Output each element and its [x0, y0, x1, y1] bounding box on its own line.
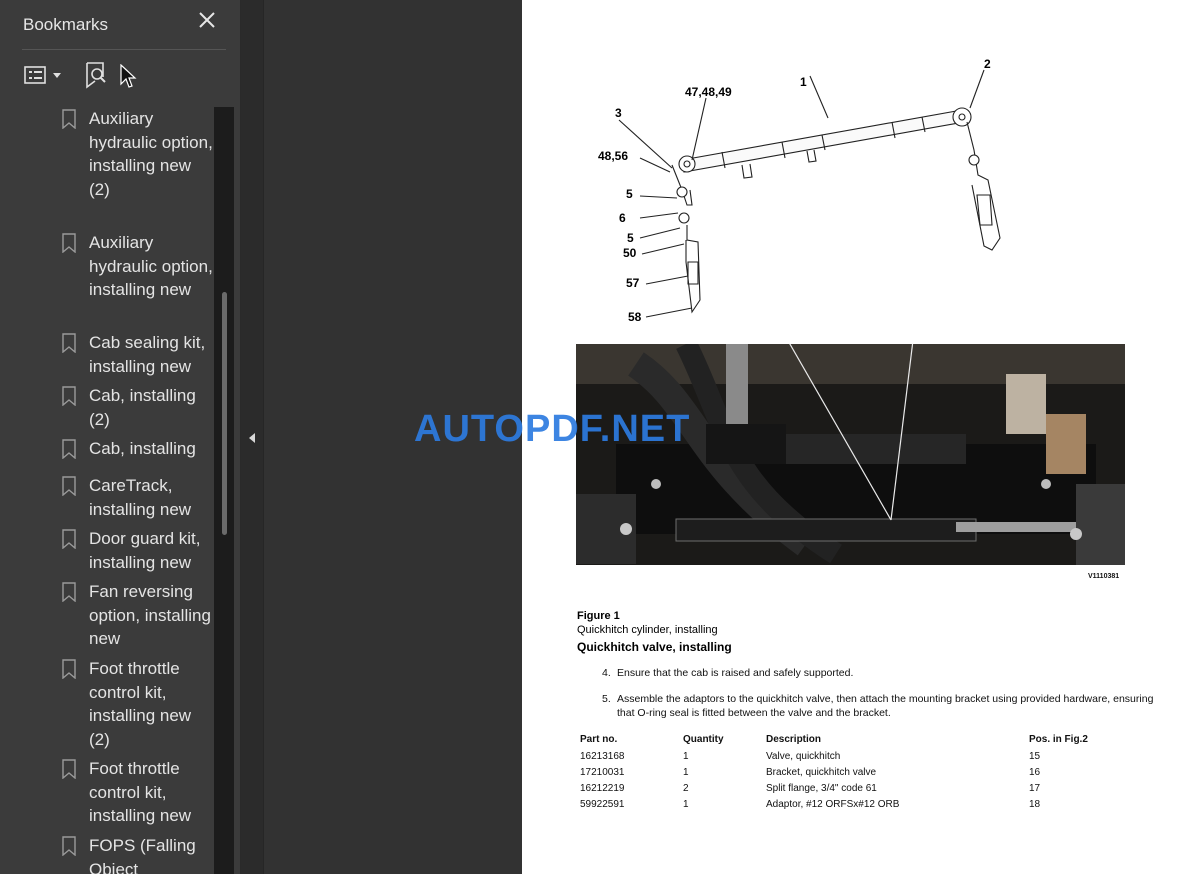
bookmark-label: FOPS (Falling Object: [89, 836, 196, 874]
bookmark-item[interactable]: Door guard kit, installing new: [22, 527, 214, 575]
step-text: Ensure that the cab is raised and safely…: [617, 667, 854, 679]
bookmark-icon: [62, 582, 76, 602]
table-row: 59922591 1 Adaptor, #12 ORFSx#12 ORB 18: [580, 799, 1140, 815]
cell-position: 16: [1029, 767, 1041, 778]
find-bookmark-button[interactable]: [82, 60, 112, 90]
cell-description: Split flange, 3/4" code 61: [766, 783, 877, 794]
step-text: that O-ring seal is fitted between the v…: [617, 707, 891, 719]
callout-3: 3: [615, 106, 622, 120]
bookmark-item[interactable]: Auxiliary hydraulic option, installing n…: [22, 107, 214, 225]
bookmark-item[interactable]: Cab sealing kit, installing new: [22, 331, 214, 379]
callout-57: 57: [626, 276, 640, 290]
header-quantity: Quantity: [683, 734, 724, 745]
bookmark-icon: [62, 439, 76, 459]
bookmark-icon: [62, 529, 76, 549]
quickhitch-photo: [576, 344, 1125, 565]
bookmark-item[interactable]: Foot throttle control kit, installing ne…: [22, 657, 214, 753]
header-position: Pos. in Fig.2: [1029, 734, 1088, 745]
callout-1: 1: [800, 75, 807, 89]
find-bookmark-icon: [86, 62, 106, 89]
bookmark-label: Fan reversing option, installing new: [89, 582, 211, 649]
bookmark-item[interactable]: Cab, installing (2): [22, 384, 214, 432]
figure-label: Figure 1: [577, 610, 620, 622]
bookmark-label: Cab, installing (2): [89, 386, 196, 429]
bookmark-icon: [62, 659, 76, 679]
callout-48-56: 48,56: [598, 149, 628, 163]
bookmarks-panel: Bookmarks Auxiliary hydraulic option, in…: [0, 0, 241, 874]
bookmark-item[interactable]: Fan reversing option, installing new: [22, 580, 214, 652]
step-text: Assemble the adaptors to the quickhitch …: [617, 693, 1154, 705]
header-divider: [22, 49, 226, 50]
cell-position: 15: [1029, 751, 1041, 762]
cell-part-no: 16213168: [580, 751, 625, 762]
table-header-row: Part no. Quantity Description Pos. in Fi…: [580, 734, 1140, 750]
cell-description: Bracket, quickhitch valve: [766, 767, 877, 778]
bookmark-label: Auxiliary hydraulic option, installing n…: [89, 109, 213, 200]
bookmark-label: Foot throttle control kit, installing ne…: [89, 759, 192, 826]
cell-position: 18: [1029, 799, 1041, 810]
callout-47-48-49: 47,48,49: [685, 85, 732, 99]
bookmarks-scrollbar-thumb[interactable]: [222, 292, 227, 535]
header-description: Description: [766, 734, 822, 745]
cell-part-no: 59922591: [580, 799, 625, 810]
cell-quantity: 1: [683, 799, 689, 810]
table-row: 16212219 2 Split flange, 3/4" code 61 17: [580, 783, 1140, 799]
bookmarks-header: Bookmarks: [0, 0, 240, 50]
close-icon[interactable]: [196, 10, 218, 32]
cylinder-drawing: 1 2 3 47,48,49 48,56 5 6 5 50 57 58: [598, 57, 1001, 324]
cell-description: Adaptor, #12 ORFSx#12 ORB: [766, 799, 900, 810]
bookmarks-list: Auxiliary hydraulic option, installing n…: [22, 107, 214, 874]
cell-description: Valve, quickhitch: [766, 751, 841, 762]
figure-code: V1110381: [1088, 573, 1120, 580]
bookmark-item[interactable]: FOPS (Falling Object: [22, 834, 214, 874]
list-options-button[interactable]: [22, 60, 64, 90]
bookmark-icon: [62, 836, 76, 856]
bookmark-icon: [62, 759, 76, 779]
table-row: 17210031 1 Bracket, quickhitch valve 16: [580, 767, 1140, 783]
cell-part-no: 17210031: [580, 767, 625, 778]
cell-quantity: 1: [683, 767, 689, 778]
bookmark-label: Door guard kit, installing new: [89, 529, 201, 572]
bookmark-item[interactable]: Foot throttle control kit, installing ne…: [22, 757, 214, 829]
bookmark-label: CareTrack, installing new: [89, 476, 192, 519]
bookmark-icon: [62, 109, 76, 129]
bookmark-item[interactable]: Cab, installing: [22, 437, 214, 463]
bookmark-item[interactable]: Auxiliary hydraulic option, installing n…: [22, 231, 214, 327]
collapse-panel-icon[interactable]: [247, 431, 257, 445]
bookmark-icon: [62, 476, 76, 496]
cell-part-no: 16212219: [580, 783, 625, 794]
cell-position: 17: [1029, 783, 1041, 794]
step-number: 5.: [602, 693, 611, 705]
header-part-no: Part no.: [580, 734, 618, 745]
watermark-text: AUTOPDF.NET: [414, 408, 691, 450]
table-row: 16213168 1 Valve, quickhitch 15: [580, 751, 1140, 767]
callout-50: 50: [623, 246, 637, 260]
callout-2: 2: [984, 57, 991, 71]
section-heading: Quickhitch valve, installing: [577, 640, 732, 654]
bookmark-icon: [62, 333, 76, 353]
bookmark-label: Cab sealing kit, installing new: [89, 333, 206, 376]
callout-5b: 5: [627, 231, 634, 245]
mouse-cursor-icon: [119, 63, 137, 90]
step-number: 4.: [602, 667, 611, 679]
cell-quantity: 1: [683, 751, 689, 762]
bookmarks-title: Bookmarks: [23, 15, 109, 34]
bookmark-label: Auxiliary hydraulic option, installing n…: [89, 233, 213, 300]
bookmark-icon: [62, 386, 76, 406]
bookmark-label: Foot throttle control kit, installing ne…: [89, 659, 192, 750]
cell-quantity: 2: [683, 783, 689, 794]
bookmark-icon: [62, 233, 76, 253]
figure-caption: Quickhitch cylinder, installing: [577, 624, 718, 636]
bookmark-label: Cab, installing: [89, 439, 196, 458]
bookmarks-toolbar: [22, 60, 232, 92]
bookmark-item[interactable]: CareTrack, installing new: [22, 474, 214, 522]
callout-58: 58: [628, 310, 642, 324]
callout-5a: 5: [626, 187, 633, 201]
list-options-icon: [24, 66, 61, 84]
callout-6: 6: [619, 211, 626, 225]
